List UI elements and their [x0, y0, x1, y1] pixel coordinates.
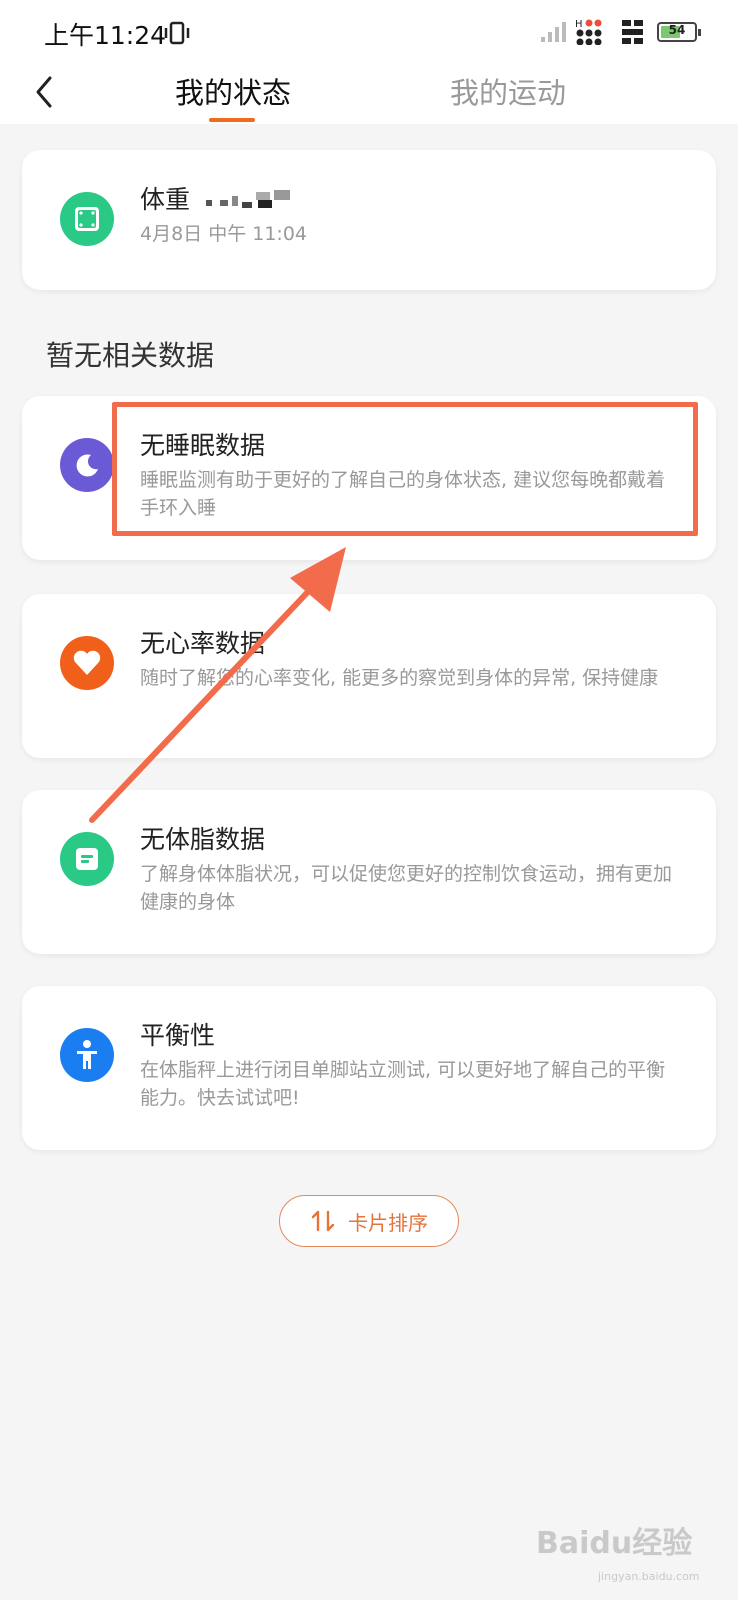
person-standing-icon	[60, 1028, 114, 1082]
top-bar: 上午11:24 H 54 我的状态 我的运动	[0, 0, 738, 124]
tab-my-sport[interactable]: 我的运动	[450, 70, 566, 112]
watermark-brand: Baidu经验	[536, 1526, 693, 1561]
weight-date: 4月8日 中午 11:04	[140, 223, 308, 245]
heart-icon	[60, 636, 114, 690]
balance-title: 平衡性	[140, 1021, 216, 1050]
svg-text:z: z	[89, 456, 95, 467]
weight-title: 体重	[140, 185, 191, 214]
body-fat-card[interactable]: 无体脂数据 了解身体体脂状况，可以促使您更好的控制饮食运动，拥有更加健康的身体	[22, 790, 716, 954]
body-fat-title: 无体脂数据	[140, 825, 266, 854]
sort-icon	[311, 1210, 335, 1232]
status-time: 上午11:24	[44, 21, 167, 50]
grid-icon	[622, 20, 643, 44]
section-title: 暂无相关数据	[46, 339, 215, 372]
active-tab-indicator	[209, 118, 255, 122]
heart-rate-desc: 随时了解您的心率变化, 能更多的察觉到身体的异常, 保持健康	[140, 667, 659, 689]
body-fat-desc: 了解身体体脂状况，可以促使您更好的控制饮食运动，拥有更加健康的身体	[140, 863, 673, 913]
heart-rate-card[interactable]: 无心率数据 随时了解您的心率变化, 能更多的察觉到身体的异常, 保持健康	[22, 594, 716, 758]
redacted-weight-value	[206, 190, 290, 208]
card-sort-button[interactable]: 卡片排序	[279, 1195, 459, 1247]
vibrate-icon	[164, 21, 190, 45]
annotation-highlight-box	[112, 402, 698, 536]
hd-signal-icon: H	[575, 19, 602, 45]
nav-bar: 我的状态 我的运动	[0, 64, 738, 124]
hd-label: H	[575, 19, 583, 30]
status-bar: 上午11:24 H 54	[0, 0, 738, 64]
moon-icon: z	[60, 438, 114, 492]
weight-card[interactable]: 体重 4月8日 中午 11:04	[22, 150, 716, 290]
scale-icon	[60, 192, 114, 246]
balance-card[interactable]: 平衡性 在体脂秤上进行闭目单脚站立测试, 可以更好地了解自己的平衡能力。快去试试…	[22, 986, 716, 1150]
back-button[interactable]	[28, 72, 64, 112]
body-fat-icon	[60, 832, 114, 886]
battery-level: 54	[668, 23, 686, 37]
balance-desc: 在体脂秤上进行闭目单脚站立测试, 可以更好地了解自己的平衡能力。快去试试吧!	[140, 1059, 666, 1109]
card-sort-label: 卡片排序	[348, 1210, 428, 1235]
signal-icon	[541, 22, 566, 42]
heart-rate-title: 无心率数据	[140, 629, 266, 658]
watermark-url: jingyan.baidu.com	[598, 1570, 700, 1583]
tab-my-status[interactable]: 我的状态	[175, 70, 291, 112]
battery-icon: 54	[657, 22, 701, 42]
